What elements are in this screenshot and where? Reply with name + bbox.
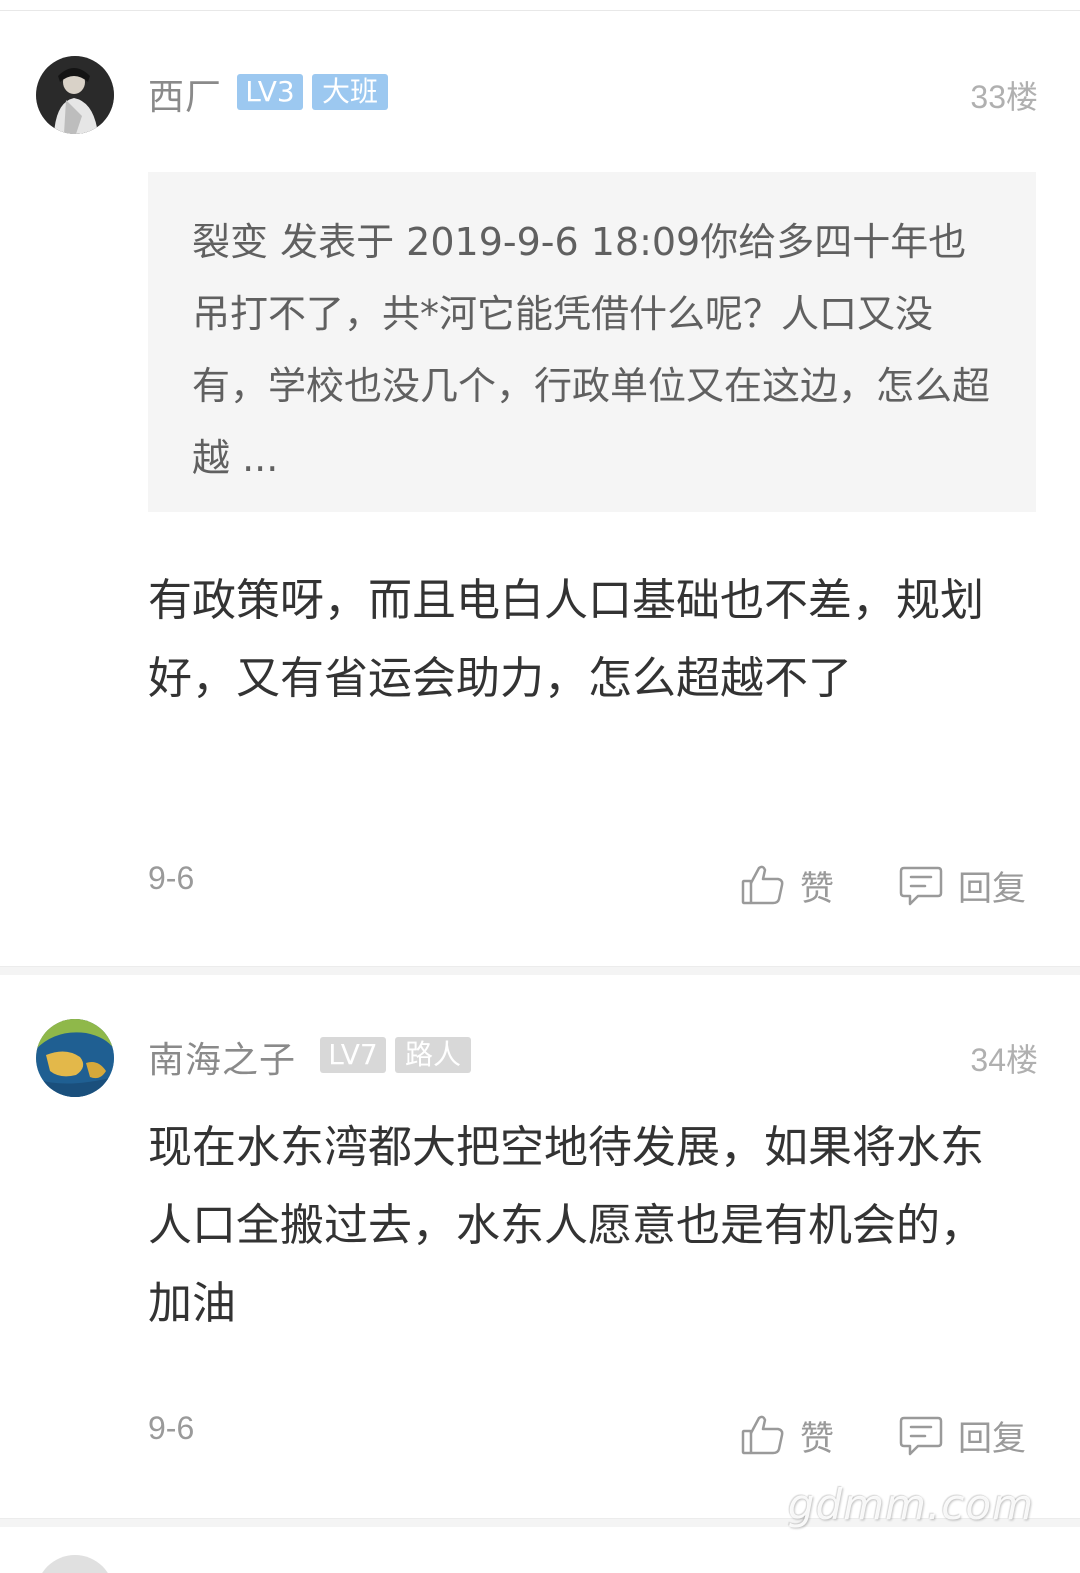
reply-label: 回复	[958, 1418, 1026, 1459]
comment-icon	[898, 1412, 944, 1458]
like-button[interactable]: 赞	[740, 860, 834, 910]
post-date: 9-6	[148, 1410, 195, 1446]
post-item: 南海之子 LV7 路人 34楼 现在水东湾都大把空地待发展，如果将水东人口全搬过…	[0, 985, 1080, 1525]
thumbs-up-icon	[740, 862, 786, 908]
post-content: 现在水东湾都大把空地待发展，如果将水东人口全搬过去，水东人愿意也是有机会的，加油	[148, 1122, 984, 1329]
level-badge: LV7	[320, 1037, 386, 1073]
reply-label: 回复	[958, 868, 1026, 909]
username[interactable]: 西厂	[148, 68, 222, 120]
next-user-avatar[interactable]	[36, 1555, 114, 1573]
post-divider	[0, 966, 1080, 975]
user-avatar[interactable]	[36, 1019, 114, 1097]
reply-button[interactable]: 回复	[898, 860, 1026, 910]
post-item: 西厂 LV3 大班 33楼 裂变 发表于 2019-9-6 18:09你给多四十…	[0, 20, 1080, 970]
username[interactable]: 南海之子	[148, 1031, 296, 1083]
rank-badge: 大班	[312, 74, 388, 110]
like-label: 赞	[800, 1418, 834, 1459]
post-date: 9-6	[148, 860, 195, 896]
like-button[interactable]: 赞	[740, 1410, 834, 1460]
quoted-reply[interactable]: 裂变 发表于 2019-9-6 18:09你给多四十年也吊打不了，共*河它能凭借…	[148, 172, 1036, 512]
quote-text: 裂变 发表于 2019-9-6 18:09你给多四十年也吊打不了，共*河它能凭借…	[192, 220, 991, 480]
site-watermark: gdmm.com	[787, 1480, 1034, 1529]
floor-number: 34楼	[970, 1042, 1038, 1078]
level-badge: LV3	[237, 74, 303, 110]
user-avatar[interactable]	[36, 56, 114, 134]
reply-button[interactable]: 回复	[898, 1410, 1026, 1460]
like-label: 赞	[800, 868, 834, 909]
post-content: 有政策呀，而且电白人口基础也不差，规划好，又有省运会助力，怎么超越不了	[148, 575, 984, 704]
comment-icon	[898, 862, 944, 908]
top-divider	[0, 0, 1080, 11]
floor-number: 33楼	[970, 79, 1038, 115]
forum-thread-page: 西厂 LV3 大班 33楼 裂变 发表于 2019-9-6 18:09你给多四十…	[0, 0, 1080, 1573]
rank-badge: 路人	[395, 1037, 471, 1073]
thumbs-up-icon	[740, 1412, 786, 1458]
